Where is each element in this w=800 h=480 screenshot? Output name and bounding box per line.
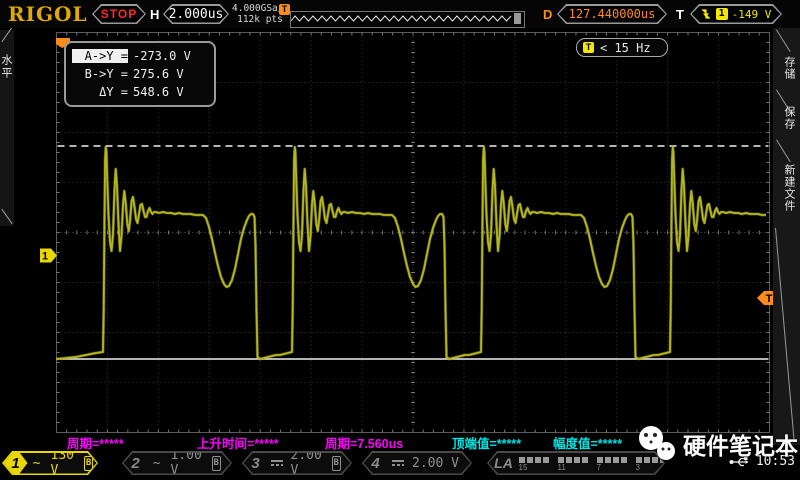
channel-1-marker-label: 1 xyxy=(42,251,48,263)
falling-edge-icon xyxy=(701,8,712,20)
channel-3-number: 3 xyxy=(244,453,268,474)
cursor-row-a: A->Y = -273.0 V xyxy=(72,47,208,65)
trigger-source-badge: 1 xyxy=(716,8,728,20)
channel-4-number: 4 xyxy=(364,453,388,474)
channel-1-number: 1 xyxy=(4,453,28,474)
channel-1-coupling-icon: ~ xyxy=(30,456,44,471)
cursor-row-b: B->Y = 275.6 V xyxy=(72,65,208,83)
rigol-logo: RIGOL xyxy=(8,2,88,26)
channel-4-scale: 2.00 V xyxy=(412,456,459,471)
delay-badge[interactable]: 127.440000us xyxy=(557,4,667,24)
channel-3-coupling-icon xyxy=(270,458,284,468)
cursor-delta-label: ΔY = xyxy=(72,85,128,99)
cursor-b-label: B->Y = xyxy=(72,67,128,81)
cursor-b-value: 275.6 V xyxy=(133,67,184,81)
channel-4-badge[interactable]: 4 2.00 V xyxy=(362,451,472,475)
oscilloscope-screen: 1 T RIGOL STOP H 2.000us 4.000GSa/s 112k … xyxy=(0,0,800,480)
right-softkey-menu: 存储 保存 新建文件 xyxy=(773,28,800,445)
timebase-value: 2.000us xyxy=(165,6,228,23)
timebase-badge[interactable]: 2.000us xyxy=(163,4,229,24)
run-state-label: STOP xyxy=(94,6,145,23)
watermark-text: 硬件笔记本 xyxy=(683,427,798,461)
tab-edge xyxy=(1,27,12,42)
run-state-badge[interactable]: STOP xyxy=(92,4,146,24)
trigger-label: T xyxy=(676,7,684,22)
channel-1-badge[interactable]: 1 ~ 130 V B xyxy=(2,451,98,475)
tab-edge xyxy=(1,209,12,224)
channel-3-badge[interactable]: 3 2.00 V B xyxy=(242,451,352,475)
watermark: 硬件笔记本 xyxy=(635,424,798,464)
thumb-trigger-icon: T xyxy=(279,4,290,15)
trigger-freq-value: < 15 Hz xyxy=(600,41,651,55)
menu-divider xyxy=(776,139,791,162)
channel-1-bw-icon: B xyxy=(84,456,93,471)
thumbnail-window-indicator[interactable] xyxy=(514,13,521,24)
cursor-delta-value: 548.6 V xyxy=(133,85,184,99)
menu-title-horizontal: 水平 xyxy=(1,54,14,80)
channel-2-number: 2 xyxy=(124,453,148,474)
cursor-a-value: -273.0 V xyxy=(133,49,191,63)
menu-item-save[interactable]: 保存 xyxy=(777,106,797,130)
trigger-frequency-badge: T < 15 Hz xyxy=(576,38,668,57)
delay-label: D xyxy=(543,7,552,22)
watermark-logo xyxy=(635,424,679,464)
thumbnail-zigzag xyxy=(291,12,522,25)
channel-2-bw-icon: B xyxy=(212,456,221,471)
channel-4-coupling-icon xyxy=(391,458,405,468)
cursor-readout-box: A->Y = -273.0 V B->Y = 275.6 V ΔY = 548.… xyxy=(64,41,216,107)
left-menu-tab[interactable]: 水平 xyxy=(0,30,14,226)
top-status-bar: RIGOL STOP H 2.000us 4.000GSa/s 112k pts… xyxy=(0,0,800,28)
menu-item-new-file[interactable]: 新建文件 xyxy=(777,164,797,212)
channel-3-bw-icon: B xyxy=(332,456,341,471)
menu-item-storage[interactable]: 存储 xyxy=(777,56,797,80)
trigger-badge[interactable]: 1 -149 V xyxy=(690,4,782,24)
channel-2-badge[interactable]: 2 ~ 1.00 V B xyxy=(122,451,232,475)
trigger-level-value: -149 V xyxy=(732,8,772,21)
menu-divider xyxy=(776,29,791,52)
cursor-a-label: A->Y = xyxy=(72,49,128,63)
trigger-level-marker-label: T xyxy=(766,293,773,305)
channel-2-coupling-icon: ~ xyxy=(150,456,164,471)
trigger-freq-icon: T xyxy=(583,42,594,53)
horizontal-label: H xyxy=(150,7,159,22)
delay-value: 127.440000us xyxy=(559,6,666,23)
cursor-row-delta: ΔY = 548.6 V xyxy=(72,83,208,101)
memory-depth: 112k pts xyxy=(232,14,288,25)
menu-divider xyxy=(775,228,795,442)
waveform-thumbnail[interactable] xyxy=(290,11,525,28)
